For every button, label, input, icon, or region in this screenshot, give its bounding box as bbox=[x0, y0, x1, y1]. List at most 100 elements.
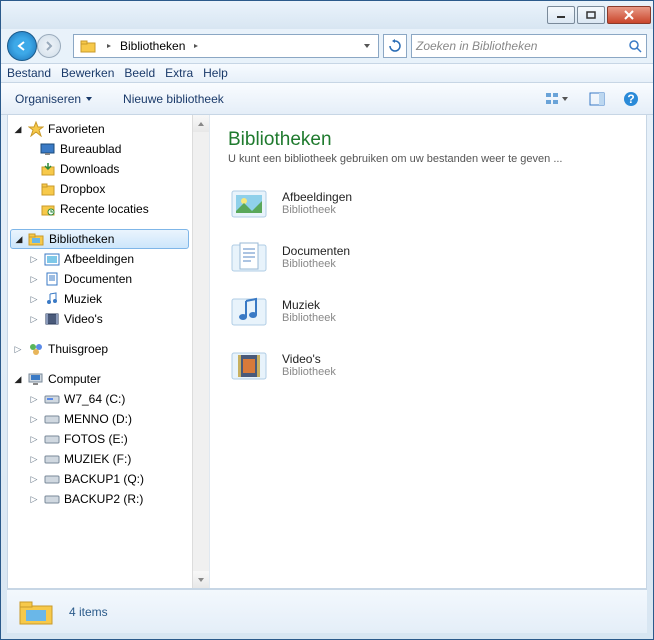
expand-icon[interactable]: ▷ bbox=[28, 294, 40, 305]
library-item-text: Documenten Bibliotheek bbox=[282, 244, 350, 270]
computer-header[interactable]: ◢ Computer bbox=[8, 369, 191, 389]
breadcrumb-drop-icon[interactable] bbox=[102, 43, 116, 49]
view-mode-button[interactable] bbox=[537, 88, 577, 110]
libraries-group: ◢ Bibliotheken ▷ Afbeeldingen ▷ Document… bbox=[8, 229, 191, 329]
forward-button[interactable] bbox=[37, 34, 61, 58]
sidebar-item-desktop[interactable]: Bureaublad bbox=[8, 139, 191, 159]
sidebar-item-drive-e[interactable]: ▷ FOTOS (E:) bbox=[8, 429, 191, 449]
sidebar-item-drive-c[interactable]: ▷ W7_64 (C:) bbox=[8, 389, 191, 409]
libraries-header[interactable]: ◢ Bibliotheken bbox=[10, 229, 189, 249]
navigation-pane: ◢ Favorieten Bureaublad Downloads bbox=[8, 115, 210, 588]
star-icon bbox=[27, 121, 45, 137]
favorites-header[interactable]: ◢ Favorieten bbox=[8, 119, 191, 139]
sidebar-item-downloads[interactable]: Downloads bbox=[8, 159, 191, 179]
sidebar-item-dropbox[interactable]: Dropbox bbox=[8, 179, 191, 199]
preview-pane-button[interactable] bbox=[583, 88, 611, 110]
help-button[interactable]: ? bbox=[617, 88, 645, 110]
sidebar-item-videos[interactable]: ▷ Video's bbox=[8, 309, 191, 329]
expand-icon[interactable]: ▷ bbox=[28, 414, 40, 425]
sidebar-item-drive-q[interactable]: ▷ BACKUP1 (Q:) bbox=[8, 469, 191, 489]
expand-icon[interactable]: ▷ bbox=[28, 394, 40, 405]
expand-icon[interactable]: ▷ bbox=[28, 474, 40, 485]
maximize-icon bbox=[586, 11, 596, 19]
expand-icon[interactable]: ▷ bbox=[28, 454, 40, 465]
expand-icon[interactable]: ▷ bbox=[28, 254, 40, 265]
desktop-icon bbox=[39, 141, 57, 157]
collapse-icon[interactable]: ◢ bbox=[12, 374, 24, 385]
minimize-icon bbox=[556, 11, 566, 19]
minimize-button[interactable] bbox=[547, 6, 575, 24]
search-input[interactable]: Zoeken in Bibliotheken bbox=[411, 34, 647, 58]
expand-icon[interactable]: ▷ bbox=[28, 274, 40, 285]
library-item-documents[interactable]: Documenten Bibliotheek bbox=[228, 237, 628, 277]
library-item-pictures[interactable]: Afbeeldingen Bibliotheek bbox=[228, 183, 628, 223]
sidebar-item-documents[interactable]: ▷ Documenten bbox=[8, 269, 191, 289]
toolbar-right: ? bbox=[537, 88, 645, 110]
menu-help[interactable]: Help bbox=[203, 66, 228, 80]
collapse-icon[interactable]: ◢ bbox=[13, 234, 25, 245]
drive-icon bbox=[43, 471, 61, 487]
homegroup-header[interactable]: ▷ Thuisgroep bbox=[8, 339, 191, 359]
collapse-icon[interactable]: ◢ bbox=[12, 124, 24, 135]
sidebar-item-label: Bureaublad bbox=[60, 142, 121, 156]
statusbar: 4 items bbox=[7, 589, 647, 633]
svg-text:?: ? bbox=[627, 92, 634, 106]
drive-icon bbox=[43, 491, 61, 507]
menu-extra[interactable]: Extra bbox=[165, 66, 193, 80]
nav-buttons bbox=[7, 31, 69, 61]
arrow-right-icon bbox=[43, 40, 55, 52]
sidebar-item-music[interactable]: ▷ Muziek bbox=[8, 289, 191, 309]
favorites-group: ◢ Favorieten Bureaublad Downloads bbox=[8, 119, 191, 219]
library-item-videos[interactable]: Video's Bibliotheek bbox=[228, 345, 628, 385]
menu-view[interactable]: Beeld bbox=[124, 66, 155, 80]
expand-icon[interactable]: ▷ bbox=[28, 434, 40, 445]
expand-icon[interactable]: ▷ bbox=[28, 494, 40, 505]
breadcrumb-segment[interactable]: Bibliotheken bbox=[116, 35, 189, 57]
scroll-track[interactable] bbox=[193, 132, 209, 571]
sidebar-item-label: MENNO (D:) bbox=[64, 412, 132, 426]
favorites-label: Favorieten bbox=[48, 122, 105, 136]
sidebar-item-label: W7_64 (C:) bbox=[64, 392, 125, 406]
menu-edit[interactable]: Bewerken bbox=[61, 66, 114, 80]
expand-icon[interactable]: ▷ bbox=[28, 314, 40, 325]
scrollbar[interactable] bbox=[192, 115, 209, 588]
breadcrumb-history-drop[interactable] bbox=[358, 43, 376, 49]
library-item-music[interactable]: Muziek Bibliotheek bbox=[228, 291, 628, 331]
breadcrumb-drop-icon[interactable] bbox=[189, 43, 203, 49]
content-pane: Bibliotheken U kunt een bibliotheek gebr… bbox=[210, 115, 646, 588]
sidebar-item-drive-d[interactable]: ▷ MENNO (D:) bbox=[8, 409, 191, 429]
expand-icon[interactable]: ▷ bbox=[12, 344, 24, 355]
close-button[interactable] bbox=[607, 6, 651, 24]
menubar: Bestand Bewerken Beeld Extra Help bbox=[1, 63, 653, 83]
breadcrumb-library-icon[interactable] bbox=[76, 35, 102, 57]
scroll-up-icon[interactable] bbox=[193, 115, 209, 132]
library-kind: Bibliotheek bbox=[282, 258, 350, 270]
drive-icon bbox=[43, 391, 61, 407]
sidebar-item-label: Downloads bbox=[60, 162, 119, 176]
sidebar-item-recent[interactable]: Recente locaties bbox=[8, 199, 191, 219]
libraries-label: Bibliotheken bbox=[49, 232, 114, 246]
sidebar-item-label: Muziek bbox=[64, 292, 102, 306]
sidebar-item-drive-f[interactable]: ▷ MUZIEK (F:) bbox=[8, 449, 191, 469]
sidebar-item-label: Recente locaties bbox=[60, 202, 149, 216]
drive-icon bbox=[43, 411, 61, 427]
library-name: Documenten bbox=[282, 244, 350, 258]
libraries-icon bbox=[28, 231, 46, 247]
organize-button[interactable]: Organiseren bbox=[9, 90, 99, 108]
sidebar-item-drive-r[interactable]: ▷ BACKUP2 (R:) bbox=[8, 489, 191, 509]
scroll-down-icon[interactable] bbox=[193, 571, 209, 588]
sidebar-item-pictures[interactable]: ▷ Afbeeldingen bbox=[8, 249, 191, 269]
menu-file[interactable]: Bestand bbox=[7, 66, 51, 80]
refresh-button[interactable] bbox=[383, 34, 407, 58]
drive-icon bbox=[43, 451, 61, 467]
breadcrumb[interactable]: Bibliotheken bbox=[73, 34, 379, 58]
drive-icon bbox=[43, 431, 61, 447]
library-kind: Bibliotheek bbox=[282, 312, 336, 324]
back-button[interactable] bbox=[7, 31, 37, 61]
sidebar-item-label: BACKUP1 (Q:) bbox=[64, 472, 144, 486]
documents-icon bbox=[43, 271, 61, 287]
maximize-button[interactable] bbox=[577, 6, 605, 24]
library-name: Afbeeldingen bbox=[282, 190, 352, 204]
new-library-button[interactable]: Nieuwe bibliotheek bbox=[117, 90, 230, 108]
explorer-window: Bibliotheken Zoeken in Bibliotheken Best… bbox=[0, 0, 654, 640]
